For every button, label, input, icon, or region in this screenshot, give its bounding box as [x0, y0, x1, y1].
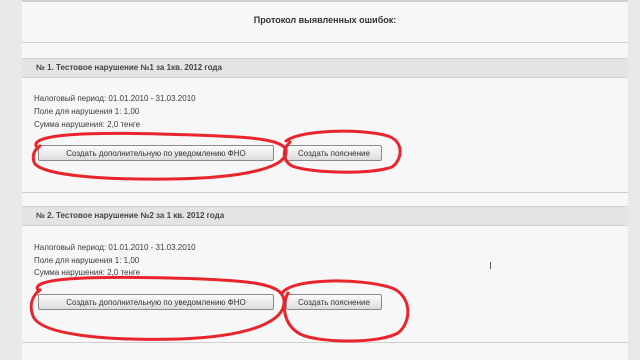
violation-1-create-additional-button[interactable]: Создать дополнительную по уведомлению ФН… [38, 145, 274, 161]
text-cursor-icon: Ι [489, 261, 492, 272]
violation-2-amount: Сумма нарушения: 2,0 тенге [34, 268, 141, 277]
violation-1-amount: Сумма нарушения: 2,0 тенге [34, 120, 141, 129]
violation-2-title: № 2. Тестовое нарушение №2 за 1 кв. 2012… [36, 211, 225, 220]
divider [22, 192, 628, 193]
violation-2-create-additional-button[interactable]: Создать дополнительную по уведомлению ФН… [38, 294, 274, 310]
violation-1-title: № 1. Тестовое нарушение №1 за 1кв. 2012 … [36, 63, 222, 72]
violation-2-period: Налоговый период: 01.01.2010 - 31.03.201… [34, 243, 196, 252]
violation-1-header: № 1. Тестовое нарушение №1 за 1кв. 2012 … [22, 58, 628, 78]
report-title: Протокол выявленных ошибок: [253, 15, 397, 25]
violation-2-header: № 2. Тестовое нарушение №2 за 1 кв. 2012… [22, 206, 628, 226]
report-page: Протокол выявленных ошибок: № 1. Тестово… [22, 0, 628, 360]
violation-2-create-explanation-button[interactable]: Создать пояснение [286, 294, 382, 310]
violation-1-create-explanation-button[interactable]: Создать пояснение [286, 145, 382, 161]
violation-1-field: Поле для нарушения 1: 1,00 [34, 107, 140, 116]
violation-2-field: Поле для нарушения 1: 1,00 [34, 256, 140, 265]
divider [22, 342, 628, 343]
top-edge [22, 0, 628, 2]
divider [22, 42, 628, 43]
violation-1-period: Налоговый период: 01.01.2010 - 31.03.201… [34, 94, 196, 103]
